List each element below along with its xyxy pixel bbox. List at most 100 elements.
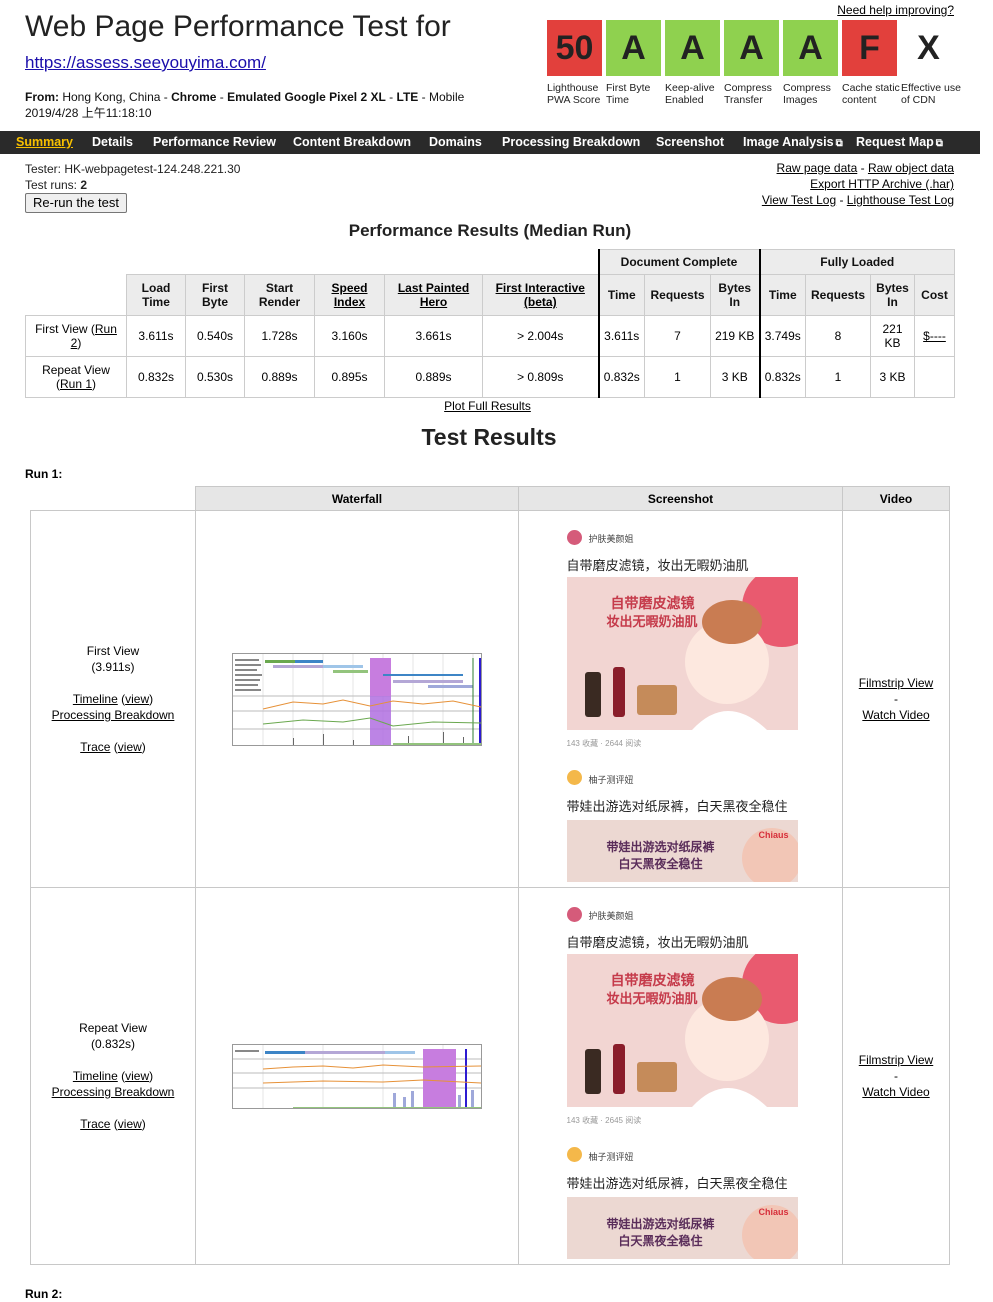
waterfall-thumbnail[interactable] [232,1043,482,1109]
banner-headline: 自带磨皮滤镜 [610,595,695,611]
brand-logo: Chiaus [758,1207,789,1217]
test-browser: Chrome [171,90,217,104]
cell-speed-index: 0.895s [314,356,385,398]
cell-doc-requests: 1 [644,356,711,398]
trace-link[interactable]: Trace [80,1117,110,1131]
test-device: Emulated Google Pixel 2 XL [227,90,386,104]
watch-video-link[interactable]: Watch Video [862,708,929,722]
tab-domains[interactable]: Domains [429,131,482,154]
export-har-link[interactable]: Export HTTP Archive (.har) [810,177,954,191]
post-banner-image: 带娃出游选对纸尿裤 白天黑夜全稳住 Chiaus [566,1197,798,1259]
trace-view-link[interactable]: view [118,740,142,754]
group-fully-loaded: Fully Loaded [758,249,955,275]
plot-full-results-link[interactable]: Plot Full Results [444,399,531,413]
grade-box[interactable]: A [783,20,838,76]
performance-results-title: Performance Results (Median Run) [348,221,632,240]
grade-box[interactable]: A [724,20,779,76]
waterfall-thumbnail[interactable] [232,652,482,746]
rerun-button[interactable]: Re-run the test [25,193,127,213]
page-screenshot[interactable]: 护肤美颜姐 自带磨皮滤镜，妆出无暇奶油肌 自带磨皮滤镜 妆出无暇奶油肌 143 … [560,891,801,1261]
view-test-log-link[interactable]: View Test Log [762,193,836,207]
view-info-cell: Repeat View (0.832s) Timeline (view) Pro… [30,887,196,1265]
run-1-label: Run 1: [25,467,63,481]
cell-full-requests: 1 [805,356,871,398]
tab-summary[interactable]: Summary [16,131,73,154]
column-video: Video [842,486,950,511]
grade-box[interactable]: 50 [547,20,602,76]
raw-page-data-link[interactable]: Raw page data [777,161,858,175]
tab-screenshot[interactable]: Screenshot [656,131,724,154]
header-doc-time: Time [597,274,645,316]
post-stats: 143 收藏 · 2645 阅读 [566,1116,642,1125]
timeline-link[interactable]: Timeline [73,692,118,706]
lighthouse-log-link[interactable]: Lighthouse Test Log [847,193,954,207]
view-info-cell: First View (3.911s) Timeline (view) Proc… [30,510,196,888]
header-speed-index[interactable]: Speed Index [331,281,367,309]
post-banner-image: 自带磨皮滤镜 妆出无暇奶油肌 [566,954,798,1107]
grade-box[interactable]: A [606,20,661,76]
header-last-painted-hero[interactable]: Last Painted Hero [398,281,469,309]
page-screenshot[interactable]: 护肤美颜姐 自带磨皮滤镜，妆出无暇奶油肌 自带磨皮滤镜 妆出无暇奶油肌 143 … [560,514,801,884]
grade-box[interactable]: A [665,20,720,76]
video-cell: Filmstrip View - Watch Video [842,887,950,1265]
timeline-view-link[interactable]: view [125,1069,149,1083]
trace-view-link[interactable]: view [118,1117,142,1131]
header-full-bytes: Bytes In [870,274,915,316]
help-improving-link[interactable]: Need help improving? [837,3,954,17]
filmstrip-view-link[interactable]: Filmstrip View [859,676,933,690]
cell-full-bytes: 3 KB [870,356,915,398]
row-label-end: ) [77,336,82,350]
trace-link[interactable]: Trace [80,740,110,754]
post-caption: 自带磨皮滤镜，妆出无暇奶油肌 [566,935,749,950]
post-banner-image: 带娃出游选对纸尿裤 白天黑夜全稳住 Chiaus [566,820,798,882]
brand-logo: Chiaus [758,830,789,840]
processing-breakdown-link[interactable]: Processing Breakdown [52,1085,175,1099]
view-time: (0.832s) [90,1037,136,1051]
grade-label: Keep-alive Enabled [665,82,715,106]
tab-details[interactable]: Details [92,131,133,154]
filmstrip-view-link[interactable]: Filmstrip View [859,1053,933,1067]
watch-video-link[interactable]: Watch Video [862,1085,929,1099]
banner-headline: 带娃出游选对纸尿裤 [606,1217,715,1231]
grade-box[interactable]: F [842,20,897,76]
cell-full-requests: 8 [805,315,871,357]
banner-subline: 白天黑夜全稳住 [618,1234,703,1248]
view-name: First View [86,644,140,658]
cell-last-painted-hero: 3.661s [384,315,483,357]
cost-link[interactable]: $---- [923,329,946,343]
tab-request-map[interactable]: Request Map [856,135,934,149]
cell-start-render: 1.728s [244,315,315,357]
cell-last-painted-hero: 0.889s [384,356,483,398]
cell-first-byte: 0.530s [185,356,245,398]
test-url-link[interactable]: https://assess.seeyouyima.com/ [25,53,266,73]
tab-content-breakdown[interactable]: Content Breakdown [293,131,411,154]
cell-first-interactive: > 0.809s [482,356,599,398]
waterfall-cell [195,887,519,1265]
cell-speed-index: 3.160s [314,315,385,357]
timeline-view-link[interactable]: view [125,692,149,706]
external-link-icon: ⧉ [835,138,843,149]
raw-object-data-link[interactable]: Raw object data [868,161,954,175]
tab-image-analysis[interactable]: Image Analysis [743,135,834,149]
tab-performance-review[interactable]: Performance Review [153,131,276,154]
header-first-interactive[interactable]: First Interactive (beta) [496,281,585,309]
processing-breakdown-link[interactable]: Processing Breakdown [52,708,175,722]
run-link[interactable]: Run 1 [60,377,92,391]
grade-label: Compress Images [783,82,831,106]
cell-start-render: 0.889s [244,356,315,398]
header-load-time: Load Time [126,274,186,316]
separator: - [894,692,898,706]
page-title: Web Page Performance Test for [25,10,451,43]
tab-request-map-wrap[interactable]: Request Map ⧉ [856,131,943,154]
grade-box[interactable]: X [901,20,956,76]
external-link-icon: ⧉ [935,138,943,149]
timeline-link[interactable]: Timeline [73,1069,118,1083]
tab-image-analysis-wrap[interactable]: Image Analysis ⧉ [743,131,843,154]
post-author: 护肤美颜姐 [588,534,634,544]
cell-cost [914,356,955,398]
view-name: Repeat View [79,1021,147,1035]
tab-processing-breakdown[interactable]: Processing Breakdown [502,131,640,154]
table-row: First View (Run 2) 3.611s 0.540s 1.728s … [25,315,955,357]
grade-label: Lighthouse PWA Score [547,82,601,106]
banner-headline: 带娃出游选对纸尿裤 [606,840,715,854]
